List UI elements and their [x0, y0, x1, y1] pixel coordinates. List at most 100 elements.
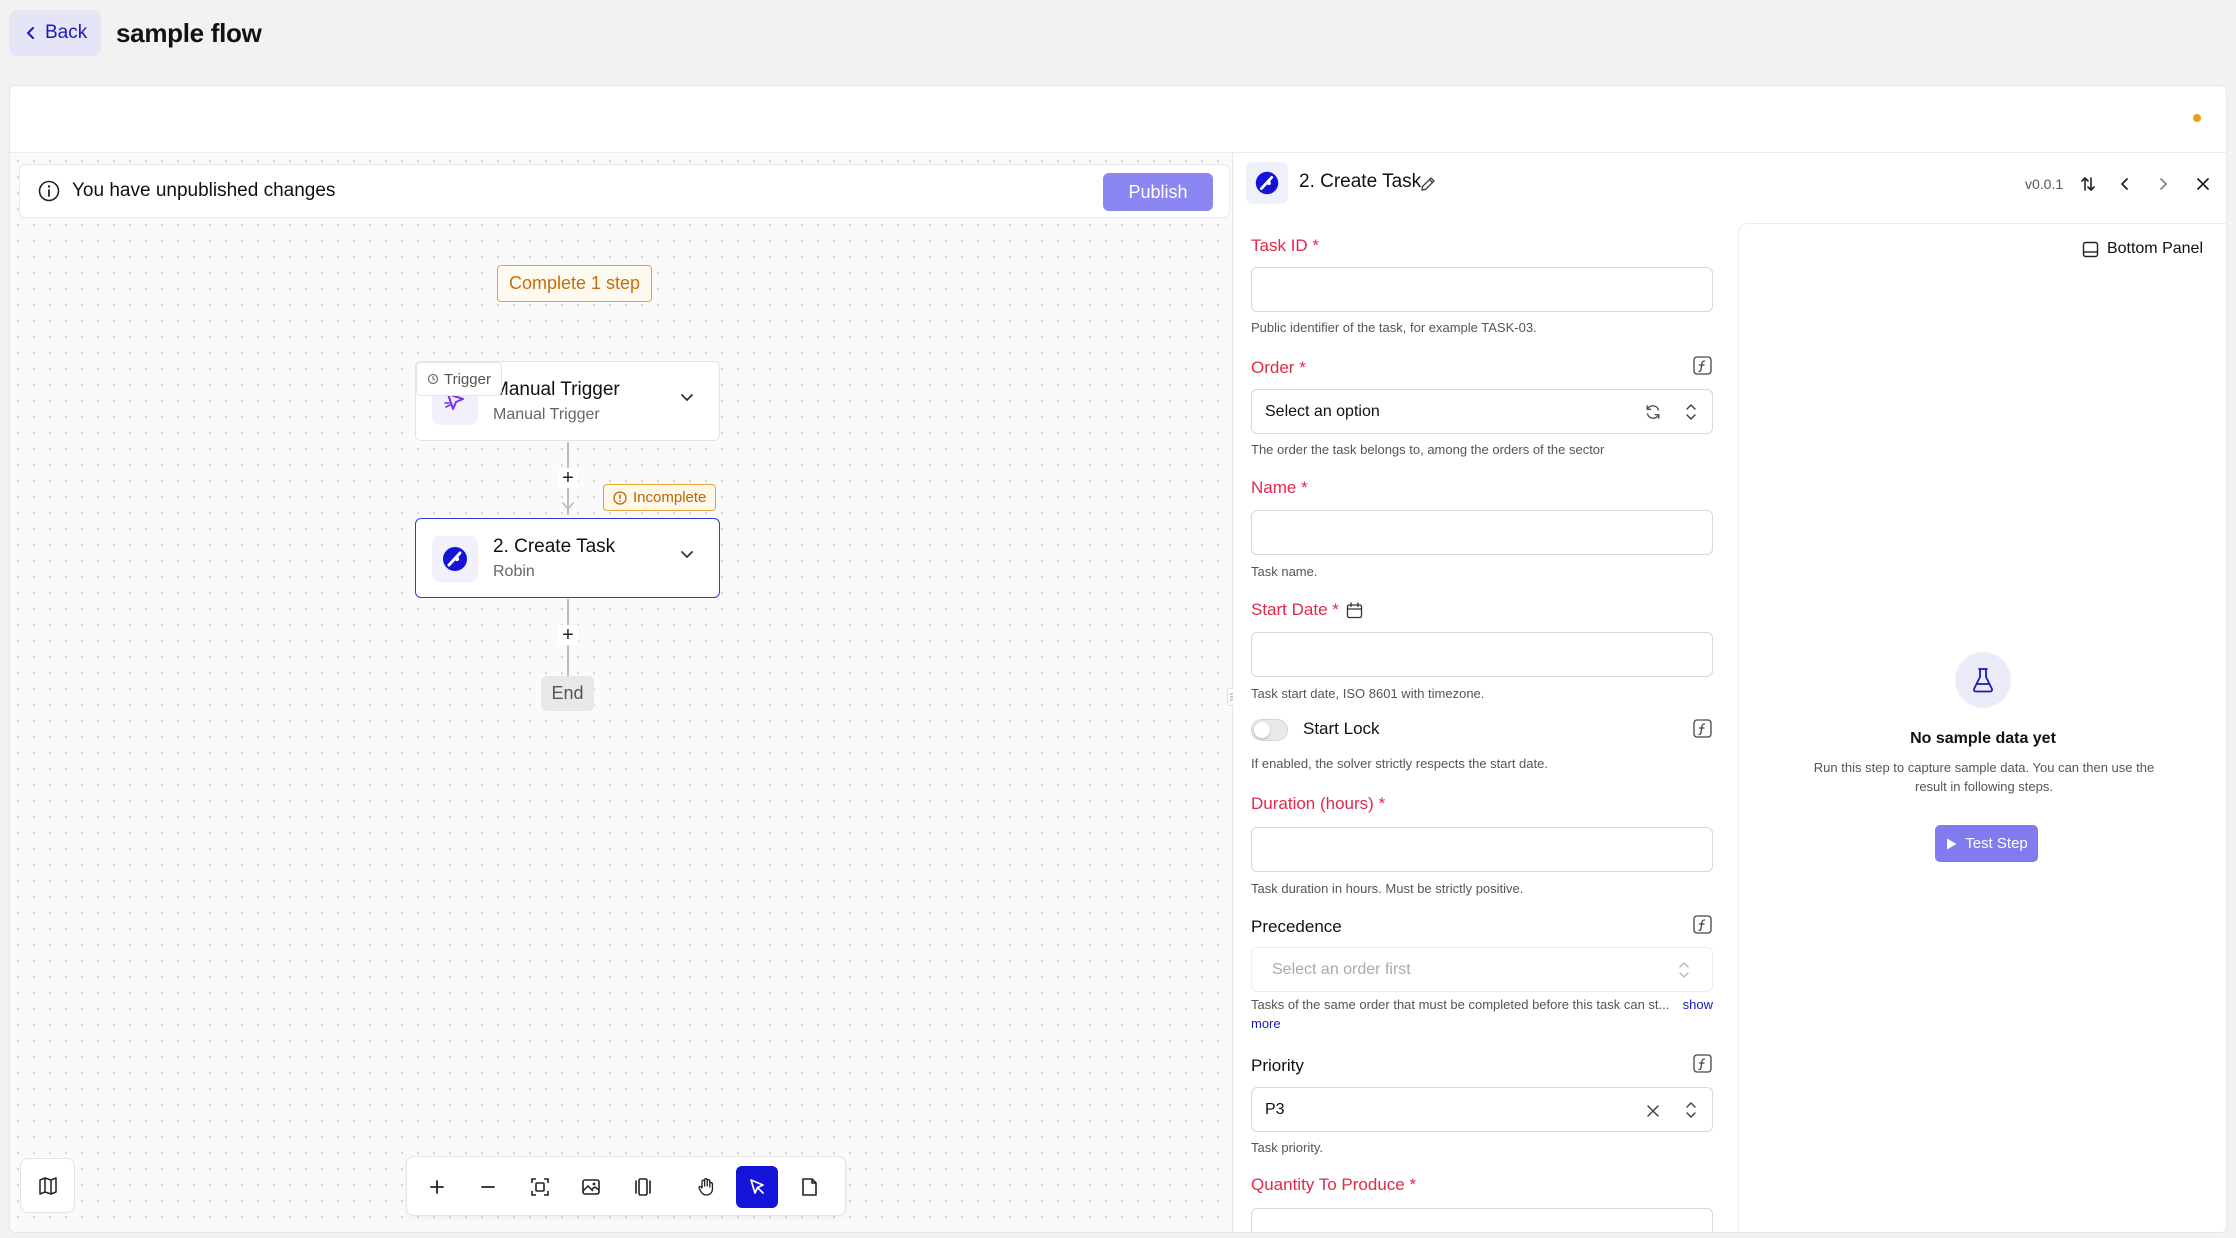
test-step-button[interactable]: Test Step: [1935, 825, 2038, 862]
export-image-icon[interactable]: [570, 1166, 612, 1208]
sample-data-panel: Bottom Panel No sample data yet Run this…: [1738, 223, 2226, 1232]
banner-text: You have unpublished changes: [72, 180, 336, 201]
start-lock-toggle[interactable]: [1251, 719, 1288, 741]
formula-toggle-icon[interactable]: [1693, 719, 1712, 738]
order-label: Order *: [1251, 358, 1306, 377]
formula-toggle-icon[interactable]: [1693, 356, 1712, 375]
task-id-help: Public identifier of the task, for examp…: [1251, 320, 1537, 335]
chevron-down-icon[interactable]: [679, 392, 695, 404]
incomplete-status-badge[interactable]: Incomplete: [603, 484, 717, 511]
duration-label: Duration (hours) *: [1251, 794, 1386, 813]
end-node: End: [541, 676, 594, 711]
start-date-input[interactable]: [1251, 632, 1713, 677]
builder-frame: You have unpublished changes Publish Com…: [9, 85, 2227, 1233]
builder-header: [10, 86, 2226, 153]
chevron-down-icon[interactable]: [679, 549, 695, 561]
name-label: Name *: [1251, 478, 1308, 497]
start-lock-help: If enabled, the solver strictly respects…: [1251, 756, 1548, 771]
trigger-node-title: Manual Trigger: [493, 379, 620, 400]
calendar-icon: [1346, 601, 1363, 618]
version-label[interactable]: v0.0.1: [2025, 176, 2063, 192]
chevron-left-icon: [25, 26, 37, 40]
create-task-node-subtitle: Robin: [493, 563, 535, 580]
incomplete-label: Incomplete: [633, 489, 707, 506]
chevron-left-icon[interactable]: [2118, 175, 2132, 193]
publish-button[interactable]: Publish: [1103, 173, 1213, 211]
priority-select[interactable]: P3: [1251, 1087, 1713, 1132]
bottom-panel-button[interactable]: Bottom Panel: [2082, 240, 2203, 258]
close-icon[interactable]: [2194, 175, 2212, 193]
note-icon[interactable]: [788, 1166, 830, 1208]
arrow-down-icon: [562, 502, 574, 511]
back-label: Back: [45, 22, 88, 43]
select-arrows-icon: [1679, 962, 1689, 978]
zoom-out-icon[interactable]: [467, 1166, 509, 1208]
order-help: The order the task belongs to, among the…: [1251, 442, 1605, 457]
show-more-link[interactable]: show: [1683, 997, 1713, 1012]
add-step-button[interactable]: +: [558, 624, 578, 646]
play-icon: [1947, 838, 1957, 849]
task-id-input[interactable]: [1251, 267, 1713, 312]
swap-versions-icon[interactable]: [2080, 175, 2096, 193]
start-date-help: Task start date, ISO 8601 with timezone.: [1251, 686, 1485, 701]
trigger-tag-label: Trigger: [444, 370, 491, 388]
start-lock-label: Start Lock: [1303, 719, 1380, 738]
precedence-select[interactable]: Select an order first: [1251, 947, 1713, 992]
formula-toggle-icon[interactable]: [1693, 1054, 1712, 1073]
complete-steps-tag[interactable]: Complete 1 step: [497, 265, 653, 302]
step-settings-panel: 2. Create Task v0.0.1 Task ID * Public i…: [1233, 153, 2226, 1232]
show-more-link[interactable]: more: [1251, 1016, 1281, 1031]
fit-view-icon[interactable]: [519, 1166, 561, 1208]
refresh-icon[interactable]: [1644, 403, 1662, 421]
flask-icon: [1955, 652, 2011, 708]
bottom-panel-label: Bottom Panel: [2106, 240, 2203, 257]
canvas-toolbar: [406, 1156, 846, 1216]
name-help: Task name.: [1251, 564, 1318, 579]
unsaved-status-dot: [2193, 114, 2201, 122]
add-step-button[interactable]: +: [558, 467, 578, 489]
zoom-in-icon[interactable]: [416, 1166, 458, 1208]
task-id-label: Task ID *: [1251, 236, 1320, 255]
priority-help: Task priority.: [1251, 1140, 1323, 1155]
warning-icon: [613, 490, 627, 505]
top-bar: Back sample flow: [0, 0, 2236, 70]
precedence-placeholder: Select an order first: [1272, 960, 1411, 978]
select-arrows-icon: [1686, 1102, 1696, 1118]
info-icon: [38, 180, 60, 202]
minimap-toggle-button[interactable]: [20, 1158, 75, 1213]
clear-icon[interactable]: [1645, 1103, 1661, 1119]
back-button[interactable]: Back: [9, 10, 101, 56]
layout-icon[interactable]: [622, 1166, 664, 1208]
quantity-label: Quantity To Produce *: [1251, 1175, 1417, 1194]
trigger-node[interactable]: Manual Trigger Manual Trigger Trigger: [415, 361, 720, 441]
test-step-label: Test Step: [1965, 835, 2028, 852]
formula-toggle-icon[interactable]: [1693, 915, 1712, 934]
pan-hand-icon[interactable]: [685, 1166, 727, 1208]
create-task-node-title: 2. Create Task: [493, 536, 616, 557]
empty-state-description: Run this step to capture sample data. Yo…: [1813, 760, 2155, 794]
select-pointer-icon[interactable]: [736, 1166, 778, 1208]
priority-value: P3: [1265, 1100, 1285, 1118]
flow-canvas[interactable]: You have unpublished changes Publish Com…: [10, 153, 1232, 1232]
priority-label: Priority: [1251, 1056, 1304, 1075]
precedence-help: Tasks of the same order that must be com…: [1251, 997, 1713, 1012]
map-icon: [38, 1176, 57, 1195]
duration-help: Task duration in hours. Must be strictly…: [1251, 881, 1524, 896]
order-select-value: Select an option: [1265, 402, 1380, 420]
select-arrows-icon: [1686, 404, 1696, 420]
quantity-input[interactable]: [1251, 1208, 1713, 1232]
chevron-right-icon[interactable]: [2156, 175, 2170, 193]
trigger-node-subtitle: Manual Trigger: [493, 406, 600, 423]
trigger-bolt-icon: [427, 373, 439, 385]
trigger-tag: Trigger: [416, 362, 502, 396]
start-date-label: Start Date *: [1251, 600, 1363, 620]
name-input[interactable]: [1251, 510, 1713, 555]
duration-input[interactable]: [1251, 827, 1713, 872]
create-task-node[interactable]: 2. Create Task Robin: [415, 518, 720, 598]
bottom-panel-icon: [2082, 241, 2099, 257]
order-select[interactable]: Select an option: [1251, 389, 1713, 434]
unpublished-banner: You have unpublished changes Publish: [19, 164, 1230, 218]
robin-app-icon: [432, 536, 478, 582]
flow-title[interactable]: sample flow: [116, 18, 262, 49]
precedence-label: Precedence: [1251, 917, 1342, 936]
